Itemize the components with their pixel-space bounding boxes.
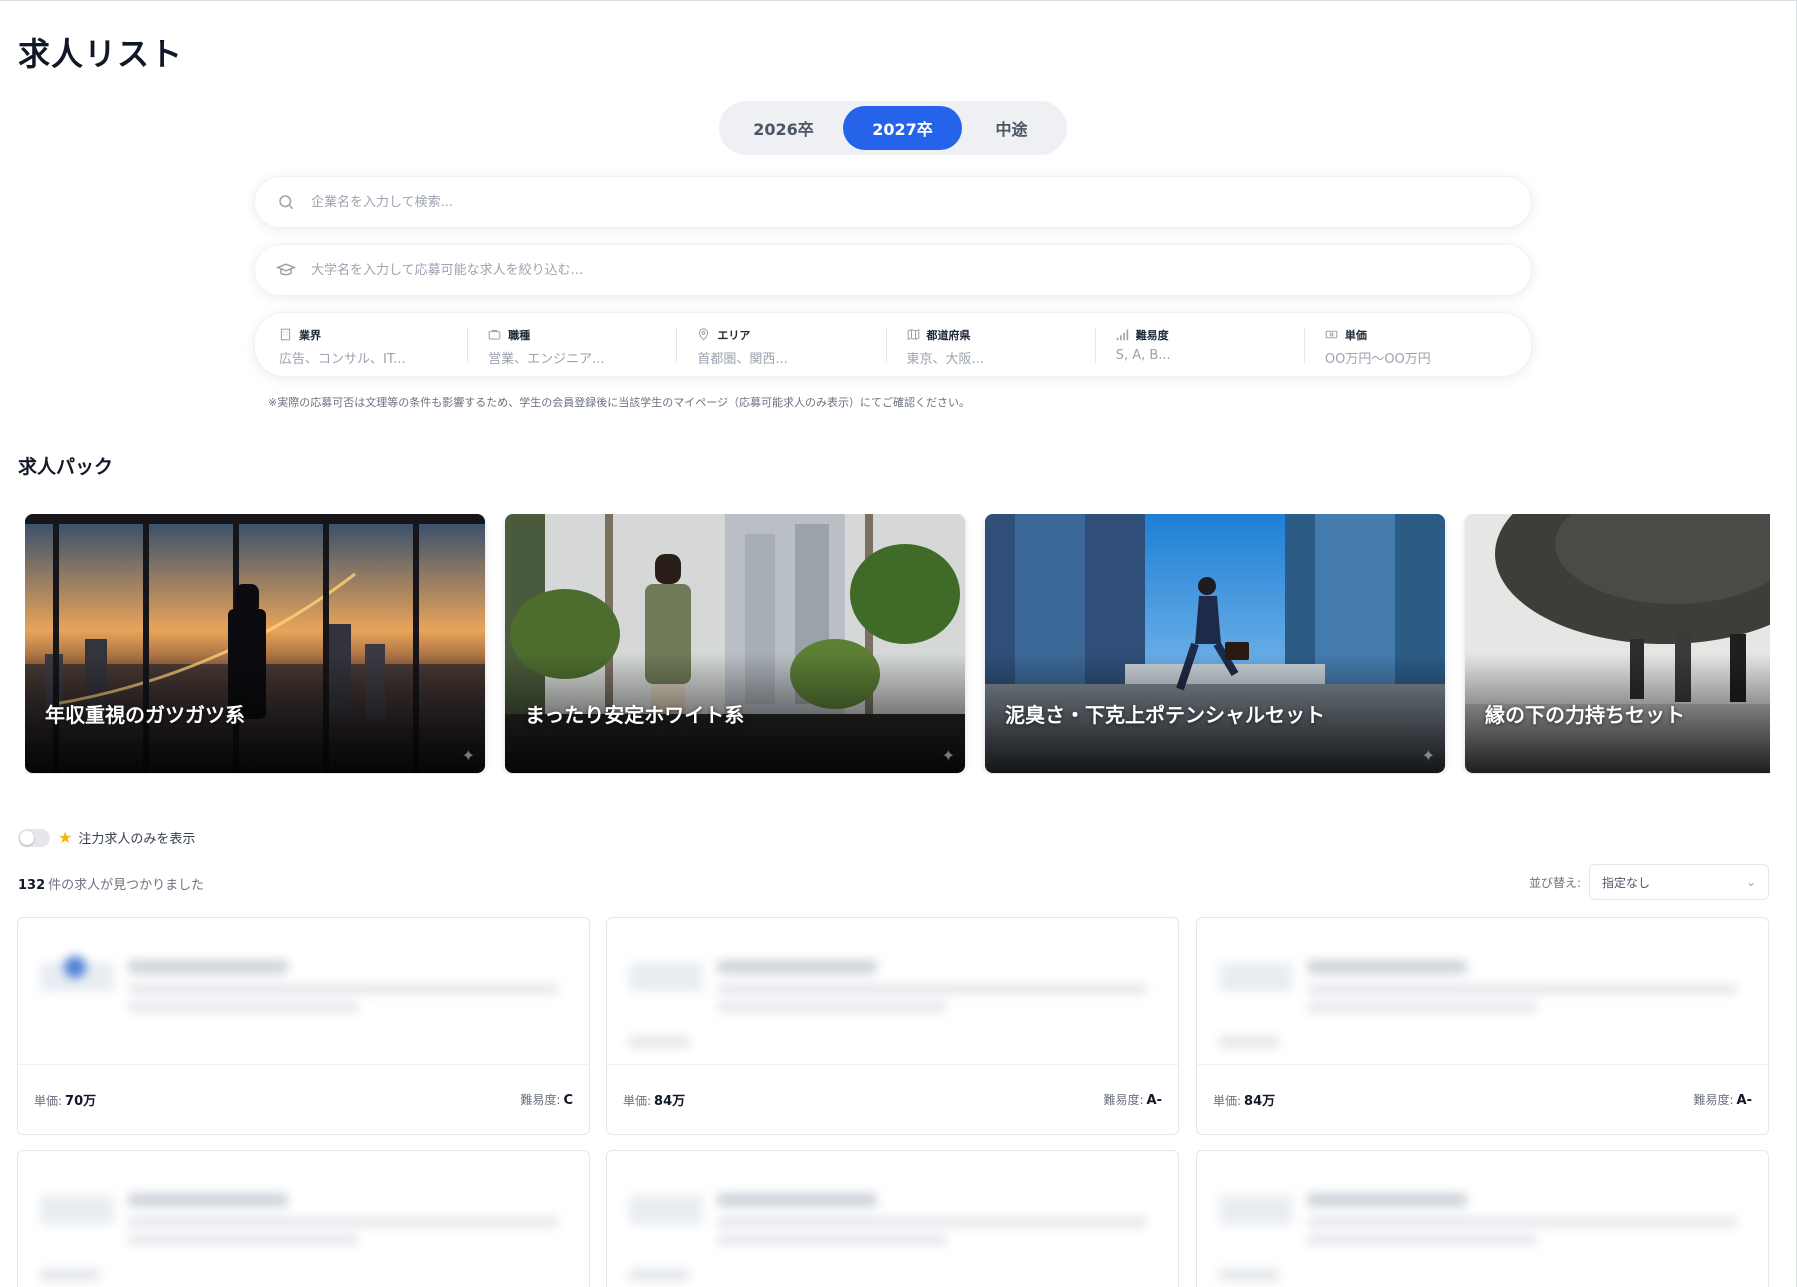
price-field: 単価: 84万 <box>1213 1090 1275 1109</box>
filter-bar: 業界 広告、コンサル、IT... 職種 営業、エンジニア... エリア 首都圏、… <box>254 312 1532 377</box>
pack-title: まったり安定ホワイト系 <box>525 703 745 727</box>
difficulty-label: 難易度: <box>520 1093 561 1107</box>
difficulty-field: 難易度: A- <box>1693 1091 1752 1108</box>
price-field: 単価: 84万 <box>623 1090 685 1109</box>
job-card-blurred-content <box>607 1151 1178 1287</box>
result-count: 132 件の求人が見つかりました <box>18 874 204 893</box>
difficulty-value: C <box>563 1093 573 1108</box>
filter-industry[interactable]: 業界 広告、コンサル、IT... <box>273 327 467 367</box>
job-card-blurred-content <box>607 918 1178 1064</box>
graduation-cap-icon <box>275 259 297 281</box>
location-pin-icon <box>697 328 711 342</box>
pack-card[interactable]: まったり安定ホワイト系 ✦ <box>505 514 965 773</box>
job-card[interactable]: 単価: 84万 難易度: A- <box>606 917 1179 1135</box>
price-field: 単価: 70万 <box>34 1090 96 1109</box>
filter-area-value: 首都圏、関西... <box>697 351 788 367</box>
filter-job-type-value: 営業、エンジニア... <box>488 351 605 367</box>
filter-prefecture-value: 東京、大阪... <box>906 351 984 367</box>
sort-select[interactable]: 指定なし ⌄ <box>1589 864 1769 900</box>
difficulty-field: 難易度: C <box>520 1091 573 1108</box>
filter-area[interactable]: エリア 首都圏、関西... <box>676 326 885 367</box>
building-icon <box>279 328 293 342</box>
filter-industry-value: 広告、コンサル、IT... <box>279 351 406 367</box>
sparkle-icon: ✦ <box>941 746 955 765</box>
search-icon <box>275 191 297 213</box>
star-icon: ★ <box>58 828 73 847</box>
tab-mid-career[interactable]: 中途 <box>962 106 1061 150</box>
result-count-suffix: 件の求人が見つかりました <box>48 878 205 893</box>
price-value: 84万 <box>1244 1094 1276 1109</box>
filter-price[interactable]: 単価 OO万円〜OO万円 <box>1303 326 1513 367</box>
company-search-input[interactable] <box>311 177 1531 227</box>
result-count-number: 132 <box>18 878 46 893</box>
map-icon <box>907 328 921 342</box>
page-title: 求人リスト <box>18 35 184 73</box>
pack-card[interactable]: 年収重視のガツガツ系 ✦ <box>25 514 485 773</box>
difficulty-field: 難易度: A- <box>1103 1091 1162 1108</box>
sort-control: 並び替え: 指定なし ⌄ <box>1529 864 1769 900</box>
pack-card[interactable]: 泥臭さ・下克上ポテンシャルセット ✦ <box>985 514 1445 773</box>
featured-toggle-label: 注力求人のみを表示 <box>78 832 196 847</box>
difficulty-value: A- <box>1736 1093 1752 1108</box>
job-pack-carousel: 年収重視のガツガツ系 ✦ まったり安定ホワイト系 ✦ 泥臭さ・下克上ポテンシャル… <box>25 514 1770 774</box>
price-label: 単価: <box>34 1094 63 1108</box>
job-card[interactable] <box>17 1150 590 1287</box>
university-search-input[interactable] <box>311 245 1531 295</box>
signal-bars-icon <box>1116 328 1130 342</box>
job-card[interactable] <box>606 1150 1179 1287</box>
university-search-box <box>254 244 1532 296</box>
price-label: 単価: <box>623 1094 652 1108</box>
toggle-knob <box>20 830 34 845</box>
job-card-blurred-content <box>18 1151 589 1287</box>
price-value: 84万 <box>654 1094 686 1109</box>
job-card-blurred-content <box>18 918 589 1064</box>
filter-difficulty[interactable]: 難易度 S, A, B... <box>1094 326 1304 363</box>
eligibility-note: ※実際の応募可否は文理等の条件も影響するため、学生の会員登録後に当該学生のマイペ… <box>268 396 970 409</box>
briefcase-icon <box>488 328 502 342</box>
filter-prefecture[interactable]: 都道府県 東京、大阪... <box>885 326 1095 367</box>
filter-prefecture-label: 都道府県 <box>926 328 971 342</box>
job-card[interactable]: 単価: 84万 難易度: A- <box>1196 917 1769 1135</box>
difficulty-label: 難易度: <box>1693 1093 1734 1107</box>
sort-value: 指定なし <box>1602 875 1651 890</box>
filter-job-type[interactable]: 職種 営業、エンジニア... <box>467 326 676 367</box>
chevron-down-icon: ⌄ <box>1745 875 1756 889</box>
packs-title: 求人パック <box>18 456 114 478</box>
job-list-page: 求人リスト 2026卒 2027卒 中途 業界 広告、コンサル、IT... 職種… <box>0 0 1797 1287</box>
job-card[interactable]: 単価: 70万 難易度: C <box>17 917 590 1135</box>
pack-title: 年収重視のガツガツ系 <box>45 703 245 727</box>
filter-area-label: エリア <box>717 328 751 342</box>
job-card-footer: 単価: 70万 難易度: C <box>18 1064 589 1134</box>
filter-job-type-label: 職種 <box>508 328 531 342</box>
filter-price-label: 単価 <box>1344 328 1367 342</box>
job-card[interactable] <box>1196 1150 1769 1287</box>
pack-title: 縁の下の力持ちセット <box>1485 703 1685 727</box>
pack-title: 泥臭さ・下克上ポテンシャルセット <box>1005 703 1325 727</box>
difficulty-label: 難易度: <box>1103 1093 1144 1107</box>
price-label: 単価: <box>1213 1094 1242 1108</box>
tab-2027[interactable]: 2027卒 <box>843 106 962 150</box>
company-search-box <box>254 176 1532 228</box>
filter-industry-label: 業界 <box>299 328 321 342</box>
job-card-footer: 単価: 84万 難易度: A- <box>1197 1064 1768 1134</box>
filter-difficulty-label: 難易度 <box>1135 328 1169 342</box>
job-card-blurred-content <box>1197 918 1768 1064</box>
filter-difficulty-value: S, A, B... <box>1115 347 1171 363</box>
filter-price-value: OO万円〜OO万円 <box>1324 351 1431 367</box>
tab-2026[interactable]: 2026卒 <box>724 106 843 150</box>
featured-toggle[interactable] <box>18 828 50 847</box>
pack-card[interactable]: 縁の下の力持ちセット <box>1465 514 1770 773</box>
sparkle-icon: ✦ <box>1421 746 1435 765</box>
difficulty-value: A- <box>1146 1093 1162 1108</box>
job-card-footer: 単価: 84万 難易度: A- <box>607 1064 1178 1134</box>
sort-label: 並び替え: <box>1528 875 1581 890</box>
price-value: 70万 <box>65 1094 97 1109</box>
featured-toggle-row: ★ 注力求人のみを表示 <box>18 828 195 847</box>
job-card-blurred-content <box>1197 1151 1768 1287</box>
banknote-icon <box>1325 328 1339 342</box>
graduation-year-tabs: 2026卒 2027卒 中途 <box>719 101 1067 155</box>
sparkle-icon: ✦ <box>461 746 475 765</box>
